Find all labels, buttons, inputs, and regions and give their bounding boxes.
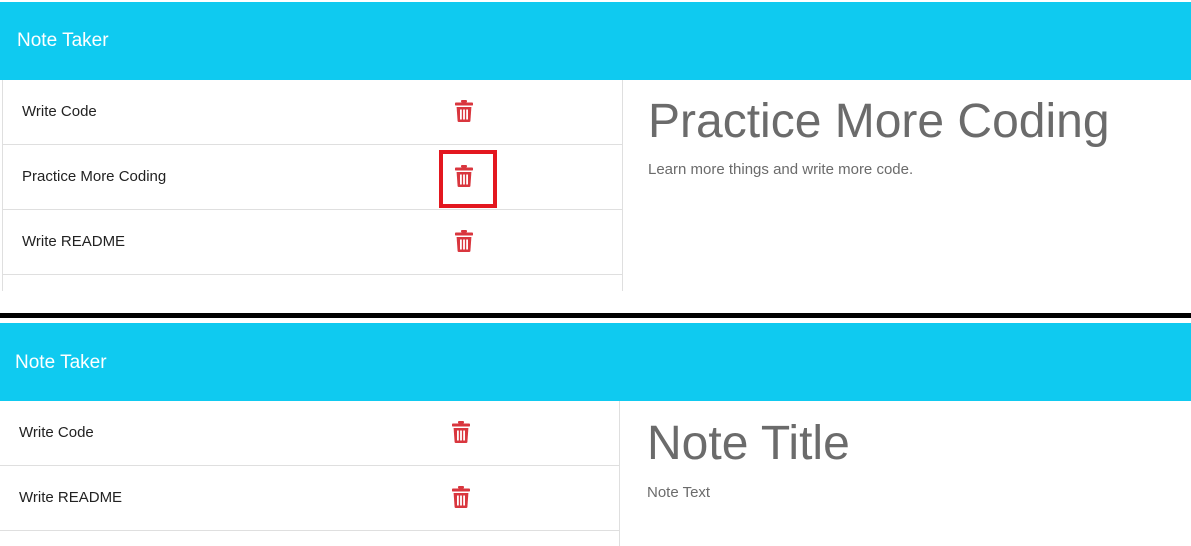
note-list: Write Code Write README — [0, 401, 620, 546]
list-item[interactable]: Write README — [3, 210, 622, 275]
trash-icon[interactable] — [455, 165, 473, 187]
list-item[interactable]: Write Code — [0, 401, 619, 466]
list-item[interactable]: Practice More Coding — [3, 145, 622, 210]
list-item[interactable]: Write Code — [3, 80, 622, 145]
trash-icon[interactable] — [452, 486, 470, 508]
note-list-title[interactable]: Write README — [22, 233, 125, 251]
note-list: Write Code Practice More Coding Write RE… — [2, 80, 623, 291]
navbar: Note Taker — [0, 323, 1191, 401]
note-editor: Note Title Note Text — [647, 415, 1188, 503]
trash-icon[interactable] — [455, 230, 473, 252]
note-list-title[interactable]: Write Code — [22, 103, 97, 121]
note-editor: Practice More Coding Learn more things a… — [648, 93, 1188, 180]
note-text-field[interactable]: Learn more things and write more code. — [648, 160, 1188, 180]
note-list-title[interactable]: Write README — [19, 489, 122, 507]
note-list-title[interactable]: Practice More Coding — [22, 168, 166, 186]
navbar: Note Taker — [0, 2, 1191, 80]
app-brand[interactable]: Note Taker — [17, 30, 109, 52]
trash-icon[interactable] — [452, 421, 470, 443]
list-item[interactable]: Write README — [0, 466, 619, 531]
before-screenshot-panel: Note Taker Write Code Practice More Codi… — [0, 0, 1191, 291]
divider — [0, 313, 1191, 318]
note-title-field[interactable]: Practice More Coding — [648, 93, 1188, 151]
app-brand[interactable]: Note Taker — [15, 352, 107, 374]
after-screenshot-panel: Note Taker Write Code Write README Note … — [0, 323, 1191, 546]
note-text-field[interactable]: Note Text — [647, 483, 1188, 503]
note-list-title[interactable]: Write Code — [19, 424, 94, 442]
trash-icon[interactable] — [455, 100, 473, 122]
note-title-field[interactable]: Note Title — [647, 415, 1188, 473]
